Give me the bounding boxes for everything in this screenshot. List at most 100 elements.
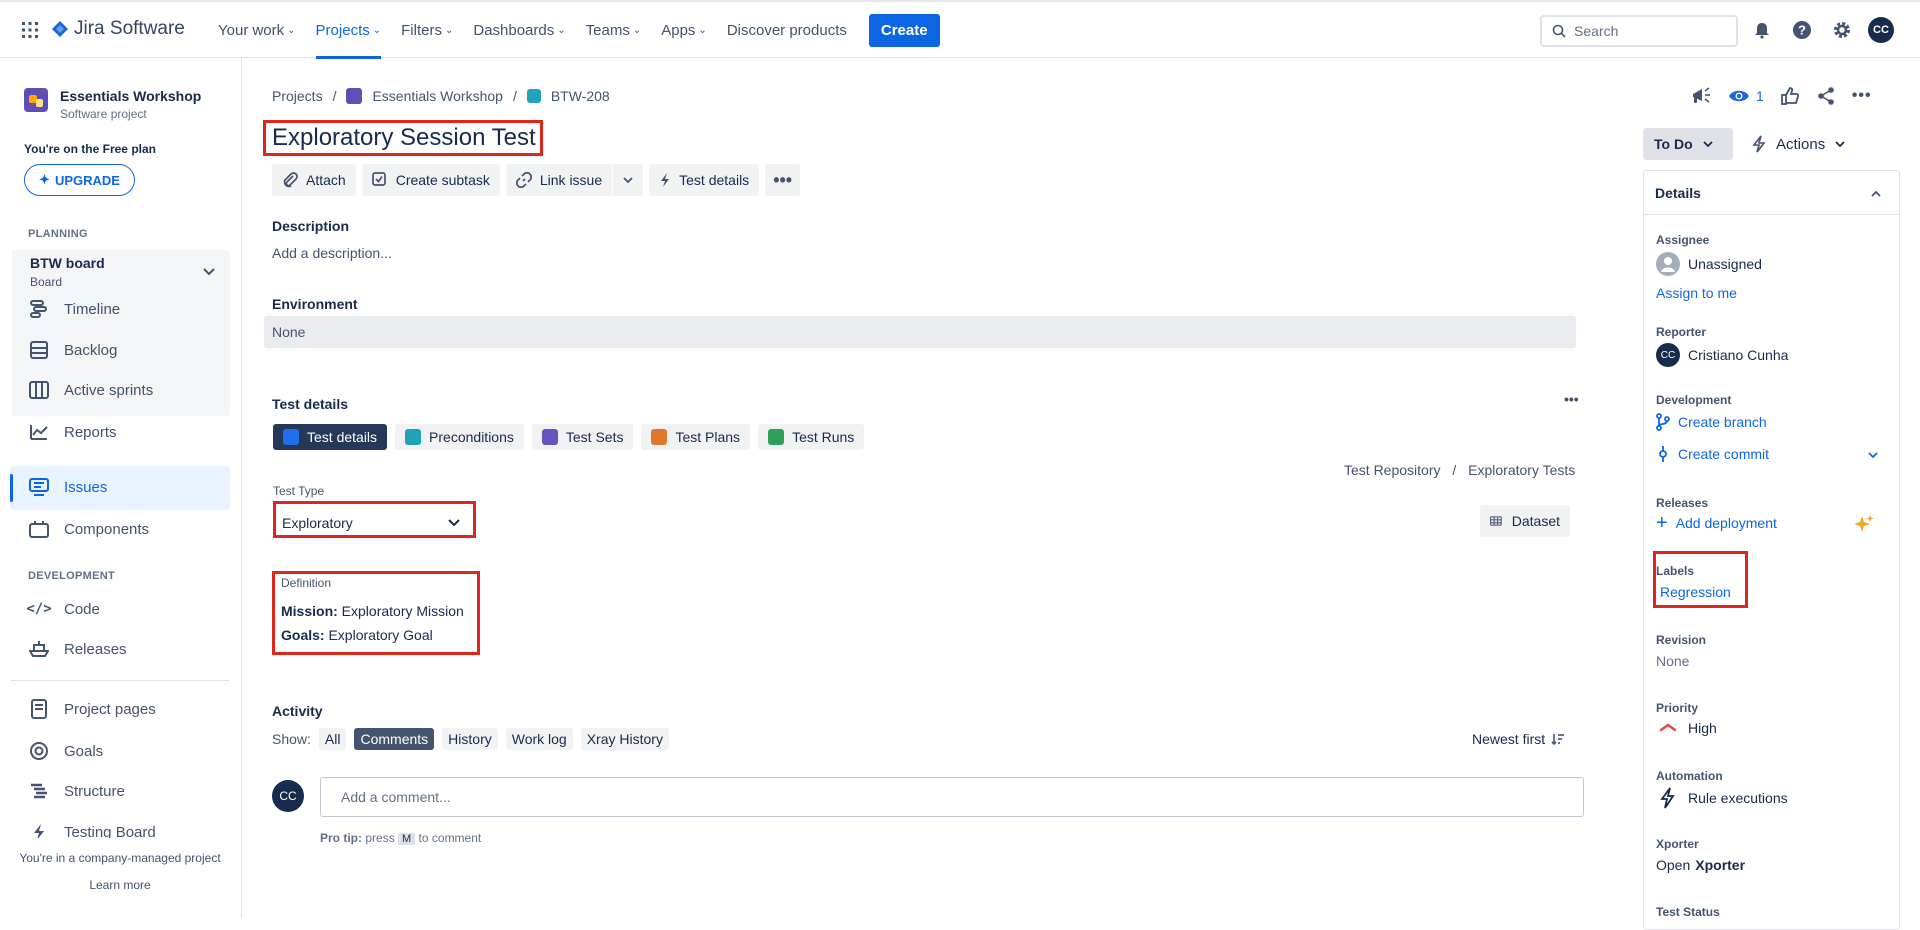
tab-test-plans[interactable]: Test Plans [641,424,751,450]
assign-to-me-link[interactable]: Assign to me [1656,285,1737,301]
priority-field[interactable]: High [1656,719,1717,737]
chevron-down-icon[interactable] [1868,452,1878,459]
nav-your-work[interactable]: Your work ⌄ [208,2,306,58]
link-issue-dropdown[interactable] [613,164,644,196]
create-commit-link[interactable]: Create commit [1656,445,1769,463]
help-icon[interactable]: ? [1788,16,1816,44]
filter-xray-history[interactable]: Xray History [580,728,669,750]
sidebar-item-project-pages[interactable]: Project pages [28,698,156,720]
sidebar-item-reports[interactable]: Reports [28,421,117,443]
app-switcher-icon[interactable] [20,20,40,40]
search-placeholder: Search [1574,23,1619,39]
sidebar-item-label: Backlog [64,341,118,359]
sidebar-item-structure[interactable]: Structure [28,780,125,802]
notifications-icon[interactable] [1748,16,1776,44]
learn-more-link[interactable]: Learn more [0,878,240,892]
project-header[interactable]: Essentials Workshop Software project [24,88,201,121]
sidebar-item-timeline[interactable]: Timeline [28,298,120,320]
sidebar-item-code[interactable]: </> Code [26,598,100,620]
page-icon [28,698,50,720]
nav-discover-products[interactable]: Discover products [717,2,857,58]
nav-filters[interactable]: Filters ⌄ [391,2,463,58]
nav-apps[interactable]: Apps ⌄ [651,2,717,58]
breadcrumb-separator: / [332,88,337,104]
filter-history[interactable]: History [442,728,498,750]
chevron-down-icon[interactable] [203,268,215,276]
more-actions-button[interactable]: ••• [765,164,801,196]
components-icon [28,518,50,540]
environment-label: Environment [272,296,358,312]
tab-test-runs[interactable]: Test Runs [758,424,865,450]
add-deployment-link[interactable]: + Add deployment [1656,513,1777,533]
upgrade-label: UPGRADE [54,172,120,188]
automation-value: Rule executions [1688,790,1788,806]
assignee-field[interactable]: Unassigned [1656,252,1762,276]
backlog-icon [28,339,50,361]
reporter-field[interactable]: CC Cristiano Cunha [1656,343,1788,367]
open-xporter-button[interactable]: Open Xporter [1656,857,1745,873]
description-field[interactable]: Add a description... [272,245,392,261]
board-name[interactable]: BTW board [30,255,105,271]
sidebar-item-active-sprints[interactable]: Active sprints [28,379,153,401]
sidebar-item-releases[interactable]: Releases [28,638,127,660]
dataset-button[interactable]: Dataset [1480,505,1570,537]
create-subtask-button[interactable]: Create subtask [361,164,500,196]
settings-gear-icon[interactable] [1828,16,1856,44]
nav-dashboards[interactable]: Dashboards ⌄ [463,2,575,58]
svg-text:?: ? [1798,23,1806,38]
sparkle-ai-icon[interactable] [1852,514,1874,536]
nav-teams[interactable]: Teams ⌄ [576,2,652,58]
filter-comments[interactable]: Comments [354,728,435,750]
thumbs-up-icon[interactable] [1780,86,1800,106]
eye-icon [1729,90,1749,102]
sidebar-item-issues[interactable]: Issues [28,476,107,498]
ship-icon [28,638,50,660]
user-avatar[interactable]: CC [1868,17,1894,43]
filter-all[interactable]: All [318,728,347,750]
breadcrumb-project[interactable]: Essentials Workshop [372,88,502,104]
test-type-label: Test Type [273,484,325,498]
revision-value[interactable]: None [1656,653,1689,669]
repo-link[interactable]: Test Repository [1344,462,1440,478]
tab-preconditions[interactable]: Preconditions [395,424,524,450]
rule-executions-button[interactable]: Rule executions [1656,787,1788,809]
link-issue-button[interactable]: Link issue [505,164,614,196]
chevron-up-icon [1871,190,1881,197]
jira-logo[interactable]: Jira Software [52,18,185,40]
watchers-button[interactable]: 1 [1728,88,1764,104]
more-horizontal-icon[interactable]: ••• [1564,391,1579,407]
tab-test-sets[interactable]: Test Sets [531,424,634,450]
protip-press: press [365,831,395,845]
actions-button[interactable]: Actions [1752,128,1845,160]
upgrade-button[interactable]: ✦ UPGRADE [24,164,135,196]
nav-projects[interactable]: Projects ⌄ [306,2,392,59]
label-regression[interactable]: Regression [1660,584,1731,600]
search-input[interactable]: Search [1540,15,1738,47]
share-icon[interactable] [1816,86,1836,106]
details-header[interactable]: Details [1644,171,1899,215]
filter-work-log[interactable]: Work log [505,728,573,750]
create-branch-link[interactable]: Create branch [1656,413,1767,431]
sidebar-item-backlog[interactable]: Backlog [28,339,117,361]
breadcrumb-projects[interactable]: Projects [272,88,323,104]
tab-test-details[interactable]: Test details [273,424,388,450]
status-button[interactable]: To Do [1643,128,1733,160]
create-button[interactable]: Create [868,13,940,47]
environment-field[interactable]: None [264,316,1576,348]
xporter-name: Xporter [1695,857,1746,873]
test-details-button[interactable]: Test details [649,164,760,196]
lightning-icon [661,173,670,187]
breadcrumb-issue-key[interactable]: BTW-208 [551,88,610,104]
attach-button[interactable]: Attach [272,164,356,196]
more-horizontal-icon[interactable]: ••• [1852,87,1872,105]
sidebar-item-goals[interactable]: Goals [28,740,103,762]
sidebar-item-components[interactable]: Components [28,518,149,540]
sidebar-item-label: Goals [64,742,104,760]
comment-input[interactable]: Add a comment... [320,777,1584,817]
sort-order-button[interactable]: Newest first [1472,731,1565,747]
repo-folder-link[interactable]: Exploratory Tests [1468,462,1575,478]
breadcrumb-separator: / [512,88,517,104]
megaphone-icon[interactable] [1690,86,1712,106]
sidebar: Essentials Workshop Software project You… [0,58,242,918]
lightning-icon [1752,135,1766,153]
